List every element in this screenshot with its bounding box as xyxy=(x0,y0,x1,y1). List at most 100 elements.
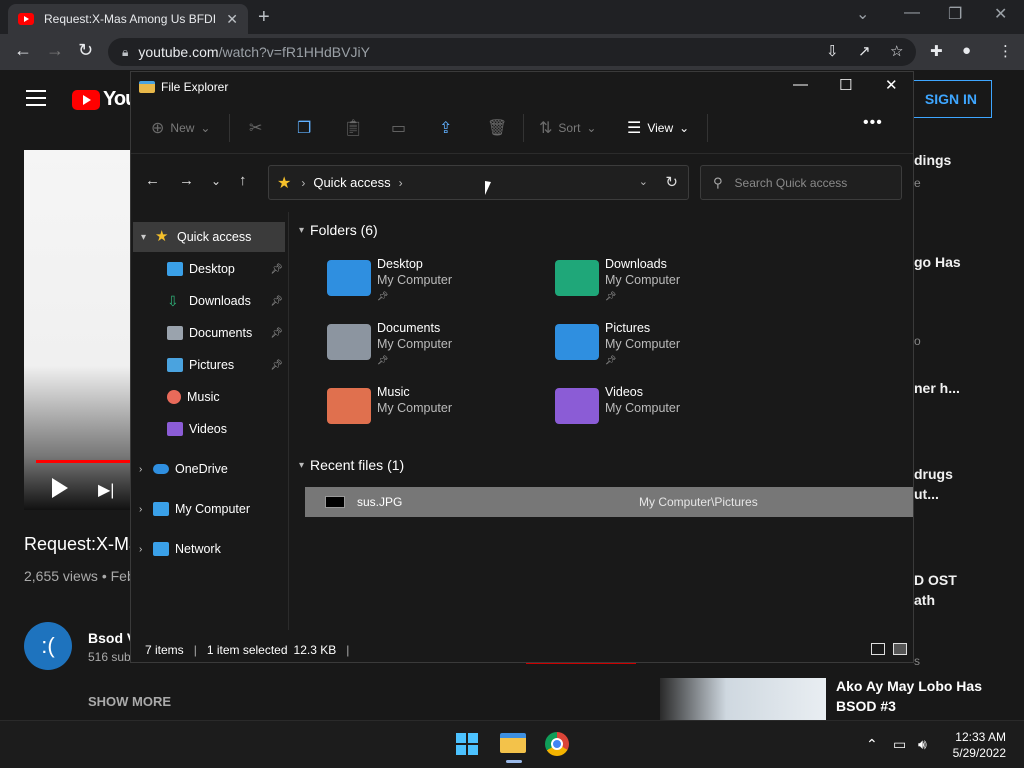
expand-chevron-icon[interactable]: › xyxy=(139,544,153,555)
related-video-title[interactable]: D OST xyxy=(914,570,1022,590)
nav-item-downloads[interactable]: ⇩ Downloads 📌︎ xyxy=(131,286,289,316)
folder-desktop[interactable]: Desktop My Computer 📌︎ xyxy=(327,256,547,314)
up-icon[interactable]: ↑ xyxy=(239,172,247,189)
rename-icon[interactable]: ▭ xyxy=(391,118,406,138)
youtube-logo[interactable]: You xyxy=(72,88,137,111)
folder-pictures[interactable]: Pictures My Computer 📌︎ xyxy=(555,320,775,378)
extensions-icon[interactable]: ✚ xyxy=(930,42,943,60)
search-placeholder: Search Quick access xyxy=(734,175,848,190)
related-video-thumbnail[interactable] xyxy=(660,678,826,720)
clock-date[interactable]: 5/29/2022 xyxy=(946,746,1006,760)
folder-documents[interactable]: Documents My Computer 📌︎ xyxy=(327,320,547,378)
expand-chevron-icon[interactable]: › xyxy=(139,504,153,515)
volume-icon[interactable]: 🔊︎ xyxy=(918,736,927,753)
pin-icon: 📌︎ xyxy=(270,359,283,371)
related-video-title[interactable]: ath xyxy=(914,590,1022,610)
pin-icon: 📌︎ xyxy=(605,355,617,365)
refresh-icon[interactable]: ↻ xyxy=(665,173,678,191)
recent-locations-icon[interactable]: ⌄ xyxy=(211,174,221,188)
search-input[interactable]: ⚲ Search Quick access xyxy=(700,165,902,200)
recent-file-row[interactable]: sus.JPG My Computer\Pictures xyxy=(305,487,913,517)
nav-item-videos[interactable]: Videos xyxy=(131,414,289,444)
sort-button[interactable]: ⇅ Sort ⌄ xyxy=(539,118,596,138)
channel-name[interactable]: Bsod V xyxy=(88,630,130,646)
copy-icon[interactable]: ❐ xyxy=(297,118,311,138)
new-label: New xyxy=(170,121,195,135)
details-view-icon[interactable] xyxy=(871,643,885,655)
tab-search-icon[interactable]: ⌄ xyxy=(856,4,869,24)
recent-files-group-header[interactable]: ▾ Recent files (1) xyxy=(299,457,404,473)
tiles-view-icon[interactable] xyxy=(893,643,907,655)
collapse-chevron-icon: ▾ xyxy=(299,459,305,471)
explorer-minimize-icon[interactable]: — xyxy=(793,76,808,93)
forward-icon[interactable]: → xyxy=(179,172,194,189)
back-icon[interactable]: ← xyxy=(14,40,32,61)
address-dropdown-icon[interactable]: ⌄ xyxy=(639,175,648,188)
folder-videos[interactable]: Videos My Computer xyxy=(555,384,775,442)
new-tab-button[interactable]: + xyxy=(258,6,270,29)
breadcrumb-quick-access[interactable]: Quick access xyxy=(313,175,390,190)
play-icon[interactable] xyxy=(52,478,68,498)
related-video-title[interactable]: drugs xyxy=(914,464,1022,484)
show-hidden-icons-icon[interactable]: ⌃ xyxy=(866,736,878,753)
music-icon xyxy=(167,390,181,404)
nav-item-quick-access[interactable]: ▾ ★ Quick access xyxy=(133,222,285,252)
explorer-address-bar[interactable]: ★ › Quick access › ⌄ ↻ xyxy=(268,165,689,200)
nav-label: Music xyxy=(187,390,220,404)
taskbar-chrome-icon[interactable] xyxy=(545,732,569,756)
minimize-icon[interactable]: — xyxy=(904,4,920,22)
nav-item-network[interactable]: › Network xyxy=(131,534,289,564)
explorer-close-icon[interactable]: ✕ xyxy=(885,76,898,94)
next-icon[interactable]: ▶| xyxy=(98,480,114,500)
nav-item-music[interactable]: Music xyxy=(131,382,289,412)
clock-time[interactable]: 12:33 AM xyxy=(954,730,1006,744)
explorer-maximize-icon[interactable]: ☐ xyxy=(839,76,852,94)
taskbar-file-explorer-icon[interactable] xyxy=(500,733,526,753)
tab-close-icon[interactable]: ✕ xyxy=(226,11,238,28)
new-button[interactable]: ⊕ New ⌄ xyxy=(151,118,210,138)
nav-item-my-computer[interactable]: › My Computer xyxy=(131,494,289,524)
video-player[interactable]: ▶| xyxy=(24,150,144,510)
share-icon[interactable]: ⇪ xyxy=(439,118,452,138)
nav-item-pictures[interactable]: Pictures 📌︎ xyxy=(131,350,289,380)
address-bar[interactable]: 🔒︎ youtube.com/watch?v=fR1HHdBVJiY xyxy=(108,38,916,66)
paste-icon[interactable]: 📋︎ xyxy=(343,118,363,138)
nav-item-desktop[interactable]: Desktop 📌︎ xyxy=(131,254,289,284)
back-icon[interactable]: ← xyxy=(145,172,160,189)
cut-icon[interactable]: ✂ xyxy=(249,118,262,138)
reload-icon[interactable]: ↻ xyxy=(78,40,93,61)
close-window-icon[interactable]: ✕ xyxy=(994,4,1007,24)
nav-item-documents[interactable]: Documents 📌︎ xyxy=(131,318,289,348)
install-icon[interactable]: ⇩ xyxy=(826,42,839,60)
restore-icon[interactable]: ❐ xyxy=(948,4,962,24)
profile-icon[interactable]: ● xyxy=(962,42,971,59)
nav-item-onedrive[interactable]: › OneDrive xyxy=(131,454,289,484)
breadcrumb-chevron-icon[interactable]: › xyxy=(399,176,403,190)
view-button[interactable]: ☰ View ⌄ xyxy=(627,118,689,138)
share-icon[interactable]: ↗ xyxy=(858,42,871,60)
start-windows-icon[interactable] xyxy=(456,733,478,755)
file-explorer-icon xyxy=(139,81,155,93)
related-video-title[interactable]: ut... xyxy=(914,484,1022,504)
show-more-button[interactable]: SHOW MORE xyxy=(88,694,171,709)
related-video-title[interactable]: ner h... xyxy=(914,378,1022,398)
network-status-icon[interactable]: ▭ xyxy=(893,736,906,753)
related-video-title[interactable]: go Has xyxy=(914,252,1022,272)
pin-icon: 📌︎ xyxy=(270,327,283,339)
menu-dots-icon[interactable]: ⋮ xyxy=(998,42,1013,60)
see-more-button[interactable]: ••• xyxy=(863,114,883,132)
delete-icon[interactable]: 🗑︎ xyxy=(487,118,507,138)
channel-avatar[interactable]: :( xyxy=(24,622,72,670)
related-video-title[interactable]: Ako Ay May Lobo Has BSOD #3 xyxy=(836,676,1016,716)
folders-group-header[interactable]: ▾ Folders (6) xyxy=(299,222,378,238)
forward-icon[interactable]: → xyxy=(46,40,64,61)
collapse-chevron-icon[interactable]: ▾ xyxy=(141,232,155,243)
hamburger-menu-icon[interactable] xyxy=(26,90,46,111)
folder-music[interactable]: Music My Computer xyxy=(327,384,547,442)
expand-chevron-icon[interactable]: › xyxy=(139,464,153,475)
progress-bar[interactable] xyxy=(36,460,144,463)
folder-downloads[interactable]: Downloads My Computer 📌︎ xyxy=(555,256,775,314)
browser-tab[interactable]: Request:X-Mas Among Us BFDI C ✕ xyxy=(8,4,248,34)
bookmark-star-icon[interactable]: ☆ xyxy=(890,42,903,60)
related-video-title[interactable]: dings xyxy=(914,150,1022,170)
